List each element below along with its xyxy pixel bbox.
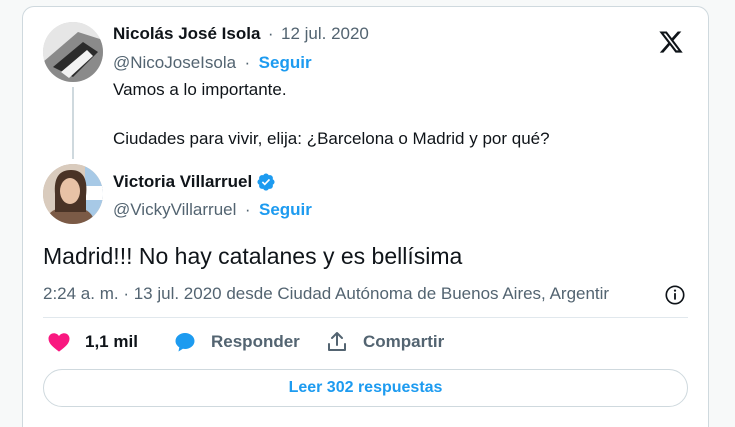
avatar[interactable] xyxy=(43,164,103,224)
author-name[interactable]: Nicolás José Isola xyxy=(113,24,260,43)
info-icon[interactable] xyxy=(664,284,686,306)
read-replies-button[interactable]: Leer 302 respuestas xyxy=(43,369,688,407)
author-handle[interactable]: @VickyVillarruel xyxy=(113,200,236,219)
reply-button[interactable]: Responder xyxy=(173,330,300,354)
reply-label: Responder xyxy=(211,332,300,351)
tweet-text-line: Ciudades para vivir, elija: ¿Barcelona o… xyxy=(113,129,550,148)
divider xyxy=(43,317,688,318)
embedded-tweet-card: Nicolás José Isola · 12 jul. 2020 @NicoJ… xyxy=(22,6,709,427)
separator: · xyxy=(244,53,251,72)
tweet-date[interactable]: 12 jul. 2020 xyxy=(281,24,369,43)
reply-bubble-icon xyxy=(175,333,195,352)
like-count: 1,1 mil xyxy=(85,332,138,351)
follow-link[interactable]: Seguir xyxy=(259,200,312,219)
author-name[interactable]: Victoria Villarruel xyxy=(113,172,252,192)
verified-badge-icon xyxy=(257,173,275,191)
separator: · xyxy=(244,200,251,219)
tweet-text-line: Vamos a lo importante. xyxy=(113,80,287,99)
share-icon xyxy=(328,332,346,351)
share-label: Compartir xyxy=(363,332,445,351)
share-button[interactable]: Compartir xyxy=(325,330,444,354)
separator: · xyxy=(267,24,274,43)
tweet-timestamp[interactable]: 2:24 a. m. · 13 jul. 2020 desde Ciudad A… xyxy=(43,284,655,304)
author-handle[interactable]: @NicoJoseIsola xyxy=(113,53,236,72)
like-button[interactable]: 1,1 mil xyxy=(47,330,138,354)
tweet-text: Madrid!!! No hay catalanes y es bellísim… xyxy=(43,243,463,269)
follow-link[interactable]: Seguir xyxy=(259,53,312,72)
avatar[interactable] xyxy=(43,22,103,82)
thread-line xyxy=(72,87,74,159)
heart-icon xyxy=(48,333,70,352)
x-logo-icon[interactable] xyxy=(658,29,684,55)
